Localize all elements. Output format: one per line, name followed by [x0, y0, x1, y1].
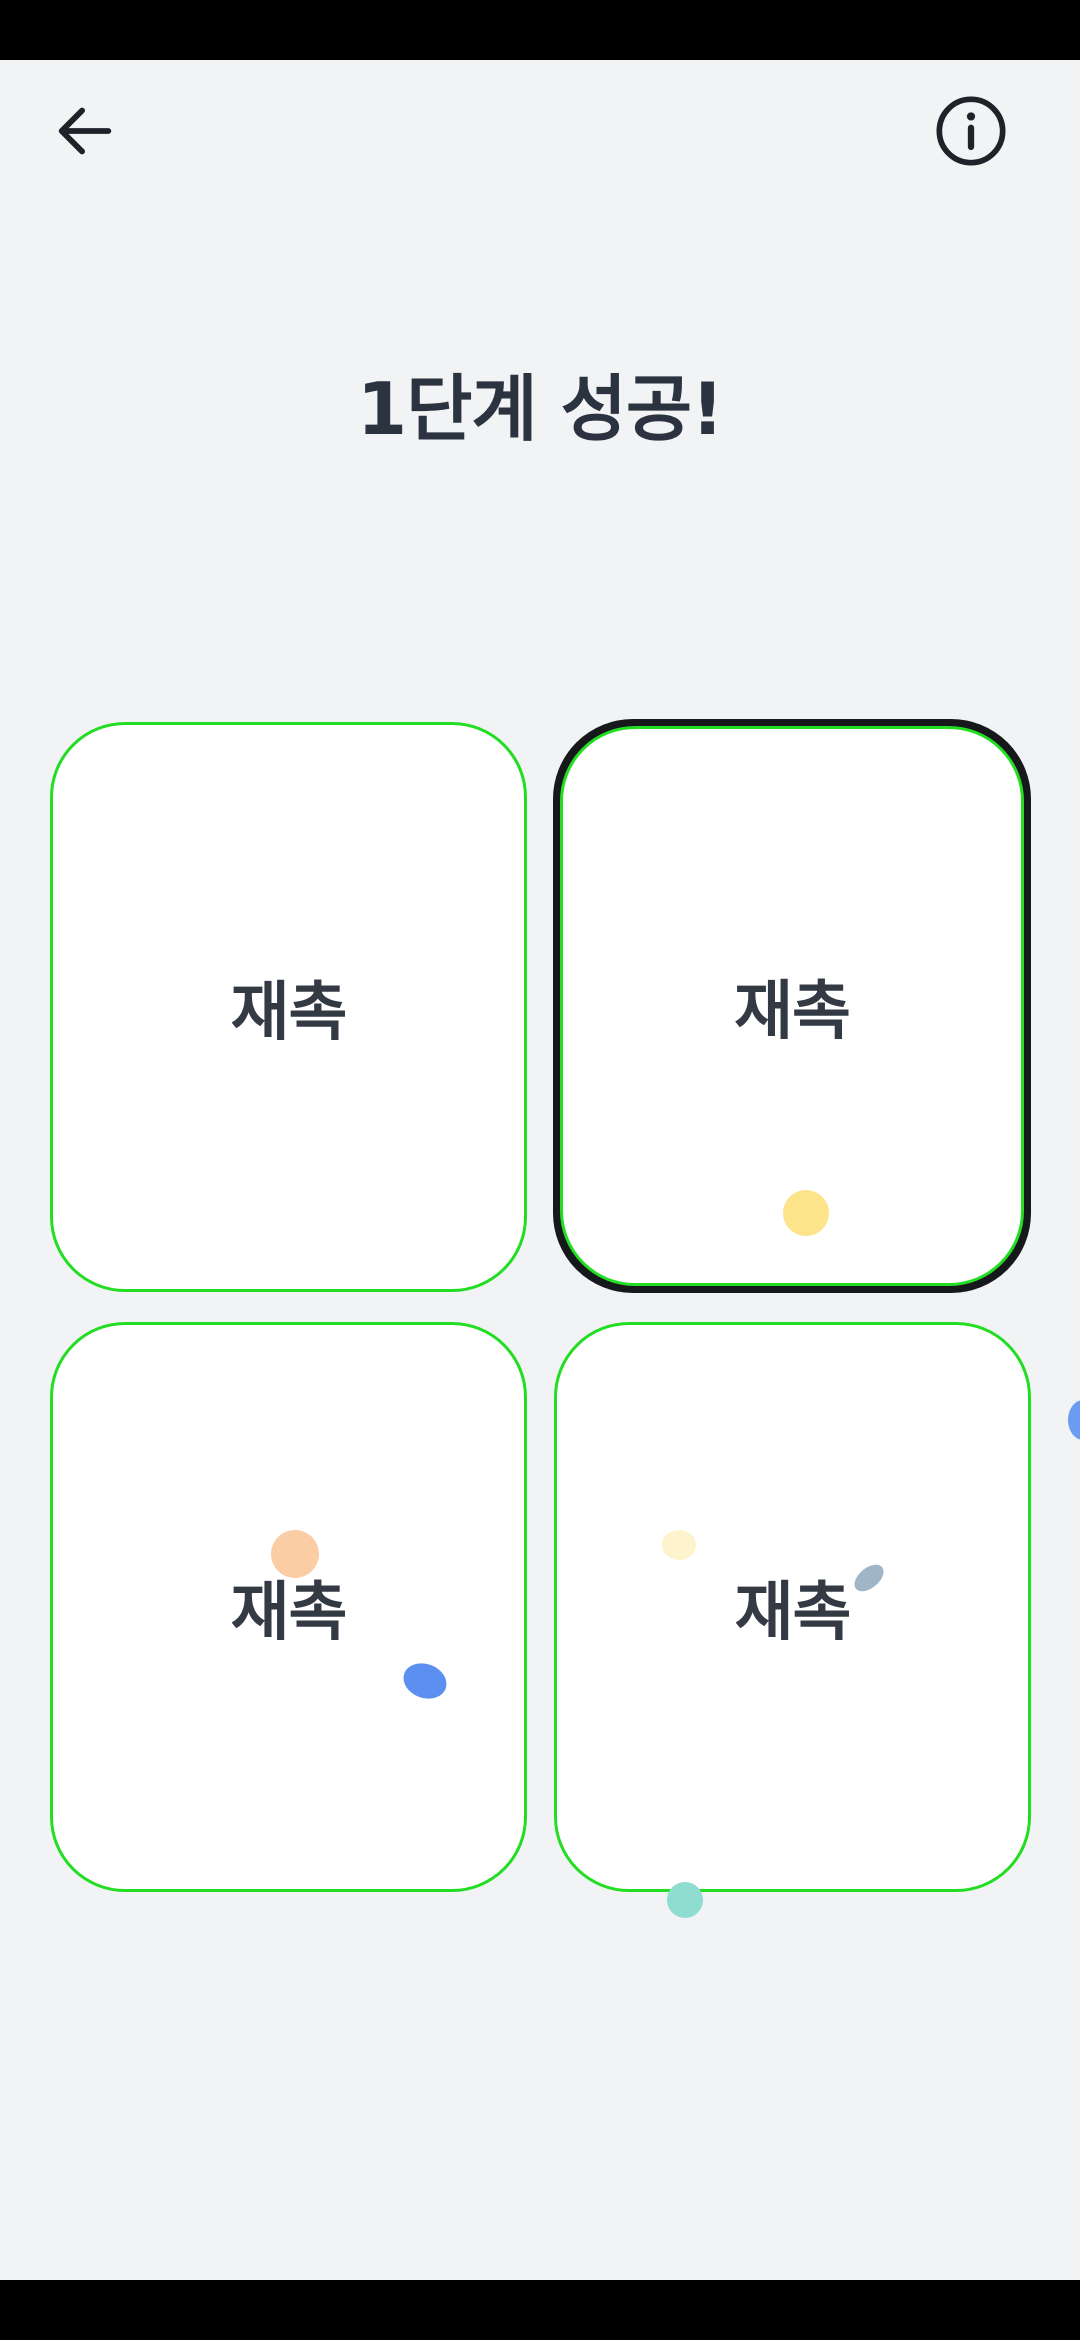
- info-circle-icon: [936, 96, 1006, 166]
- answer-card-1[interactable]: 재촉: [50, 722, 527, 1292]
- card-label: 재촉: [230, 1576, 348, 1650]
- answer-card-3[interactable]: 재촉: [50, 1322, 527, 1892]
- confetti-dot: [1068, 1400, 1080, 1440]
- page-title: 1단계 성공!: [357, 367, 724, 451]
- navigation-bar: [0, 2280, 1080, 2340]
- card-label: 재촉: [230, 976, 348, 1050]
- card-label: 재촉: [734, 975, 851, 1049]
- status-bar: [0, 0, 1080, 60]
- answer-card-4[interactable]: 재촉: [554, 1322, 1031, 1892]
- app-screen: 1단계 성공! 재촉 재촉 재촉 재촉: [0, 60, 1080, 2280]
- info-button[interactable]: [916, 76, 1026, 186]
- back-button[interactable]: [30, 76, 140, 186]
- card-label: 재촉: [734, 1576, 852, 1650]
- arrow-left-icon: [58, 107, 112, 155]
- answer-card-2[interactable]: 재촉: [560, 726, 1024, 1286]
